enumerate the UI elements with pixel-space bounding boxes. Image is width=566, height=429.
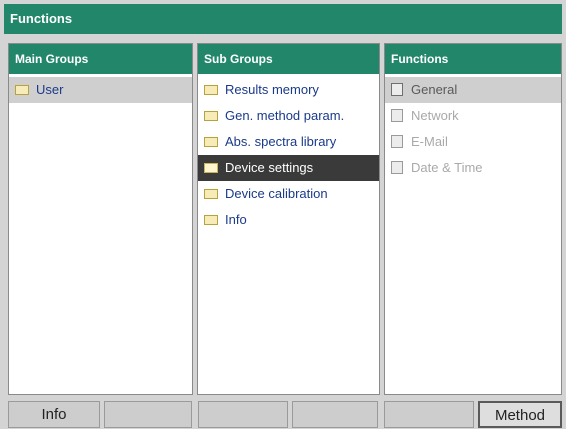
sub-groups-list: Results memory Gen. method param. Abs. s… xyxy=(198,74,379,233)
folder-icon xyxy=(204,214,218,225)
sub-group-item-abs-spectra-library[interactable]: Abs. spectra library xyxy=(198,129,379,155)
function-item-date-time[interactable]: Date & Time xyxy=(385,155,561,181)
folder-icon xyxy=(204,110,218,121)
softkey-info-button[interactable]: Info xyxy=(8,401,100,428)
sub-group-item-gen-method-param[interactable]: Gen. method param. xyxy=(198,103,379,129)
list-item-label: Abs. spectra library xyxy=(225,134,337,149)
list-item-label: User xyxy=(36,82,64,97)
list-item-label: Results memory xyxy=(225,82,319,97)
softkey-method-button[interactable]: Method xyxy=(478,401,562,428)
main-groups-list: User xyxy=(9,74,192,103)
folder-open-icon xyxy=(204,162,218,173)
folder-icon xyxy=(204,188,218,199)
list-item-label: E-Mail xyxy=(411,134,448,149)
list-item-label: Network xyxy=(411,108,459,123)
softkey-2-button[interactable] xyxy=(104,401,192,428)
list-item-label: Device calibration xyxy=(225,186,328,201)
main-groups-header: Main Groups xyxy=(9,44,192,74)
sub-group-item-results-memory[interactable]: Results memory xyxy=(198,77,379,103)
function-item-network[interactable]: Network xyxy=(385,103,561,129)
list-item-label: Device settings xyxy=(225,160,314,175)
sub-group-item-device-calibration[interactable]: Device calibration xyxy=(198,181,379,207)
softkey-bar: Info Method xyxy=(4,401,562,428)
folder-icon xyxy=(204,136,218,147)
functions-header: Functions xyxy=(385,44,561,74)
function-item-e-mail[interactable]: E-Mail xyxy=(385,129,561,155)
main-group-item-user[interactable]: User xyxy=(9,77,192,103)
functions-list: General Network E-Mail Date & Time xyxy=(385,74,561,181)
page-icon xyxy=(391,161,403,175)
list-item-label: General xyxy=(411,82,458,97)
page-icon xyxy=(391,109,403,123)
sub-groups-header: Sub Groups xyxy=(198,44,379,74)
main-groups-panel: Main Groups User xyxy=(8,43,193,395)
page-icon xyxy=(391,135,403,149)
softkey-5-button[interactable] xyxy=(384,401,474,428)
list-item-label: Gen. method param. xyxy=(225,108,345,123)
softkey-3-button[interactable] xyxy=(198,401,288,428)
softkey-4-button[interactable] xyxy=(292,401,378,428)
function-item-general[interactable]: General xyxy=(385,77,561,103)
page-icon xyxy=(391,83,403,97)
sub-group-item-device-settings[interactable]: Device settings xyxy=(198,155,379,181)
list-item-label: Info xyxy=(225,212,247,227)
functions-panel: Functions General Network E-Mail Date & … xyxy=(384,43,562,395)
folder-icon xyxy=(15,84,29,95)
sub-group-item-info[interactable]: Info xyxy=(198,207,379,233)
window-title: Functions xyxy=(4,4,562,34)
sub-groups-panel: Sub Groups Results memory Gen. method pa… xyxy=(197,43,380,395)
list-item-label: Date & Time xyxy=(411,160,483,175)
folder-icon xyxy=(204,84,218,95)
